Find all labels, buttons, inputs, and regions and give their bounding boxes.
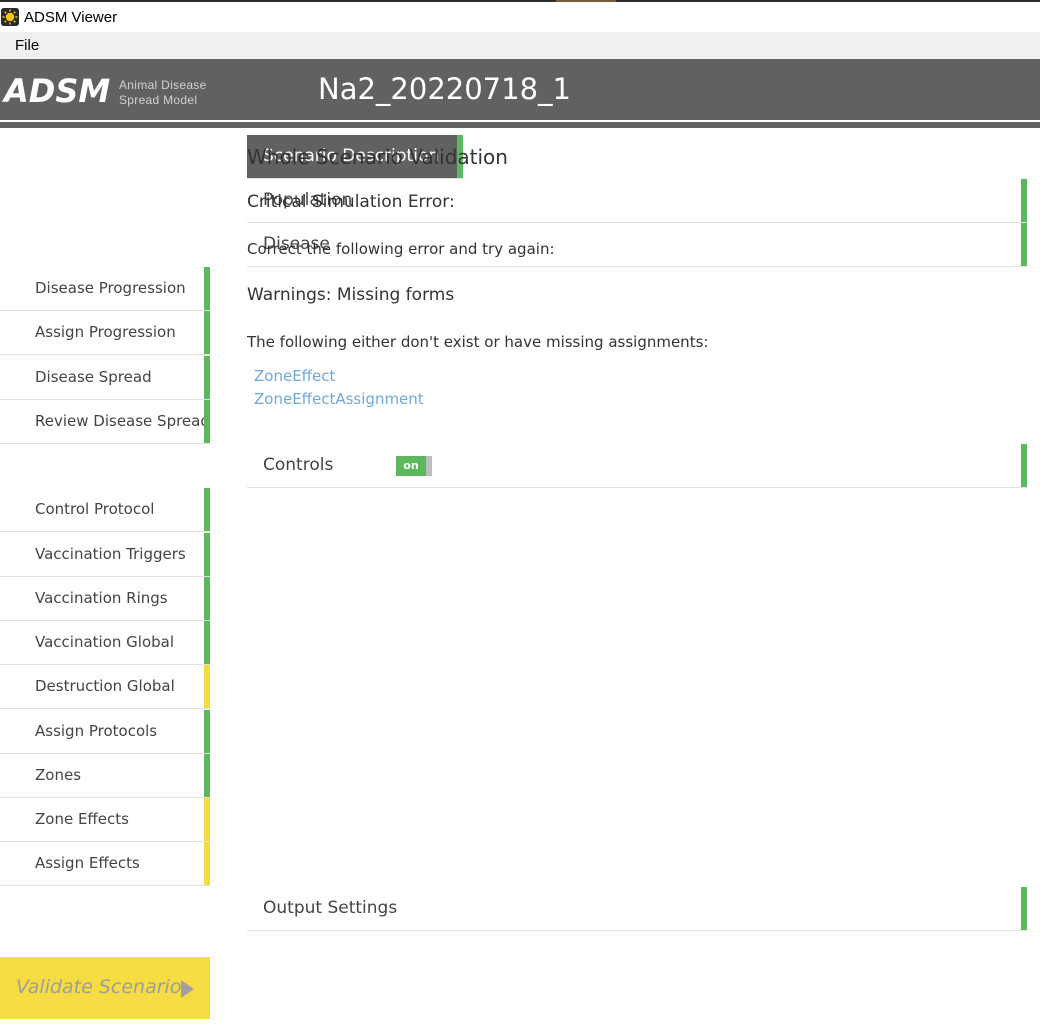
sidebar-item-review-disease-spread[interactable]: Review Disease Spread (0, 400, 210, 444)
validate-scenario-label: Validate Scenario (16, 976, 182, 998)
controls-toggle[interactable]: on (396, 456, 432, 476)
status-indicator-warning (204, 842, 210, 885)
status-indicator-ok (204, 621, 210, 664)
status-indicator-ok (1021, 444, 1027, 487)
status-indicator-warning (204, 665, 210, 708)
status-indicator-ok (204, 267, 210, 310)
sidebar-item-label: Assign Effects (35, 854, 140, 872)
page-title: Whole Scenario Validation (247, 145, 508, 169)
sidebar-item-output-settings[interactable]: Output Settings (247, 887, 1027, 931)
status-indicator-ok (1021, 179, 1027, 222)
window-titlebar: ADSM Viewer (0, 0, 1040, 32)
sidebar-nav: Scenario Description Population Disease … (0, 135, 1027, 1032)
status-indicator-ok (204, 577, 210, 620)
sidebar-item-label: Zone Effects (35, 810, 129, 828)
status-indicator-ok (204, 533, 210, 576)
sidebar-item-label: Destruction Global (35, 677, 175, 695)
play-arrow-icon (181, 980, 194, 998)
header-divider (0, 120, 1040, 122)
sidebar-item-vaccination-rings[interactable]: Vaccination Rings (0, 577, 210, 621)
sidebar-item-label: Vaccination Rings (35, 589, 168, 607)
adsm-viewer-window: ADSM Viewer File ADSM Animal Disease Spr… (0, 0, 1040, 1032)
critical-error-text: Correct the following error and try agai… (247, 240, 555, 258)
menu-file[interactable]: File (8, 35, 46, 56)
warnings-text: The following either don't exist or have… (247, 333, 709, 351)
sidebar-item-label: Assign Protocols (35, 722, 158, 740)
sidebar-item-destruction-global[interactable]: Destruction Global (0, 665, 210, 709)
scenario-name: Na2_20220718_1 (318, 72, 571, 106)
missing-form-link-zoneeffectassignment[interactable]: ZoneEffectAssignment (254, 390, 424, 408)
window-title: ADSM Viewer (24, 9, 118, 26)
sidebar-item-label: Vaccination Triggers (35, 545, 186, 563)
status-indicator-ok (204, 710, 210, 753)
sidebar-item-disease-spread[interactable]: Disease Spread (0, 356, 210, 400)
sidebar-item-label: Zones (35, 766, 82, 784)
sidebar-item-label: Assign Progression (35, 323, 176, 341)
sun-icon (1, 8, 19, 26)
warnings-heading: Warnings: Missing forms (247, 285, 455, 305)
app-header: ADSM Animal Disease Spread Model Na2_202… (0, 59, 1040, 128)
status-indicator-ok (1021, 223, 1027, 266)
status-indicator-ok (1021, 887, 1027, 930)
sidebar-item-disease-progression[interactable]: Disease Progression (0, 267, 210, 311)
validate-scenario-button[interactable]: Validate Scenario (0, 957, 210, 1019)
status-indicator-ok (204, 400, 210, 443)
sidebar-item-label: Review Disease Spread (35, 412, 210, 430)
sidebar-item-assign-protocols[interactable]: Assign Protocols (0, 710, 210, 754)
critical-error-heading: Critical Simulation Error: (247, 192, 455, 212)
toggle-on-label: on (396, 456, 426, 476)
sidebar-item-label: Vaccination Global (35, 633, 174, 651)
missing-form-link-zoneeffect[interactable]: ZoneEffect (254, 367, 335, 385)
status-indicator-ok (204, 356, 210, 399)
menubar: File (0, 32, 1040, 59)
status-indicator-ok (204, 311, 210, 354)
status-indicator-ok (204, 488, 210, 531)
status-indicator-warning (204, 798, 210, 841)
sidebar-item-controls[interactable]: Controls on (247, 444, 1027, 488)
logo-subtitle-line2: Spread Model (119, 93, 198, 107)
sidebar-item-label: Control Protocol (35, 500, 155, 518)
sidebar-item-zones[interactable]: Zones (0, 754, 210, 798)
sidebar-item-label: Output Settings (263, 898, 398, 918)
sidebar-item-control-protocol[interactable]: Control Protocol (0, 488, 210, 532)
sidebar-item-assign-effects[interactable]: Assign Effects (0, 842, 210, 886)
sidebar-item-label: Controls (263, 455, 334, 475)
sidebar-item-vaccination-global[interactable]: Vaccination Global (0, 621, 210, 665)
adsm-logo: ADSM (4, 72, 111, 110)
status-indicator-ok (204, 754, 210, 797)
sidebar-item-zone-effects[interactable]: Zone Effects (0, 798, 210, 842)
sidebar-item-assign-progression[interactable]: Assign Progression (0, 311, 210, 355)
sidebar-item-label: Disease Spread (35, 368, 152, 386)
logo-subtitle-line1: Animal Disease (119, 78, 207, 92)
sidebar-item-label: Disease Progression (35, 279, 186, 297)
titlebar-accent (556, 0, 616, 2)
sidebar-item-vaccination-triggers[interactable]: Vaccination Triggers (0, 533, 210, 577)
